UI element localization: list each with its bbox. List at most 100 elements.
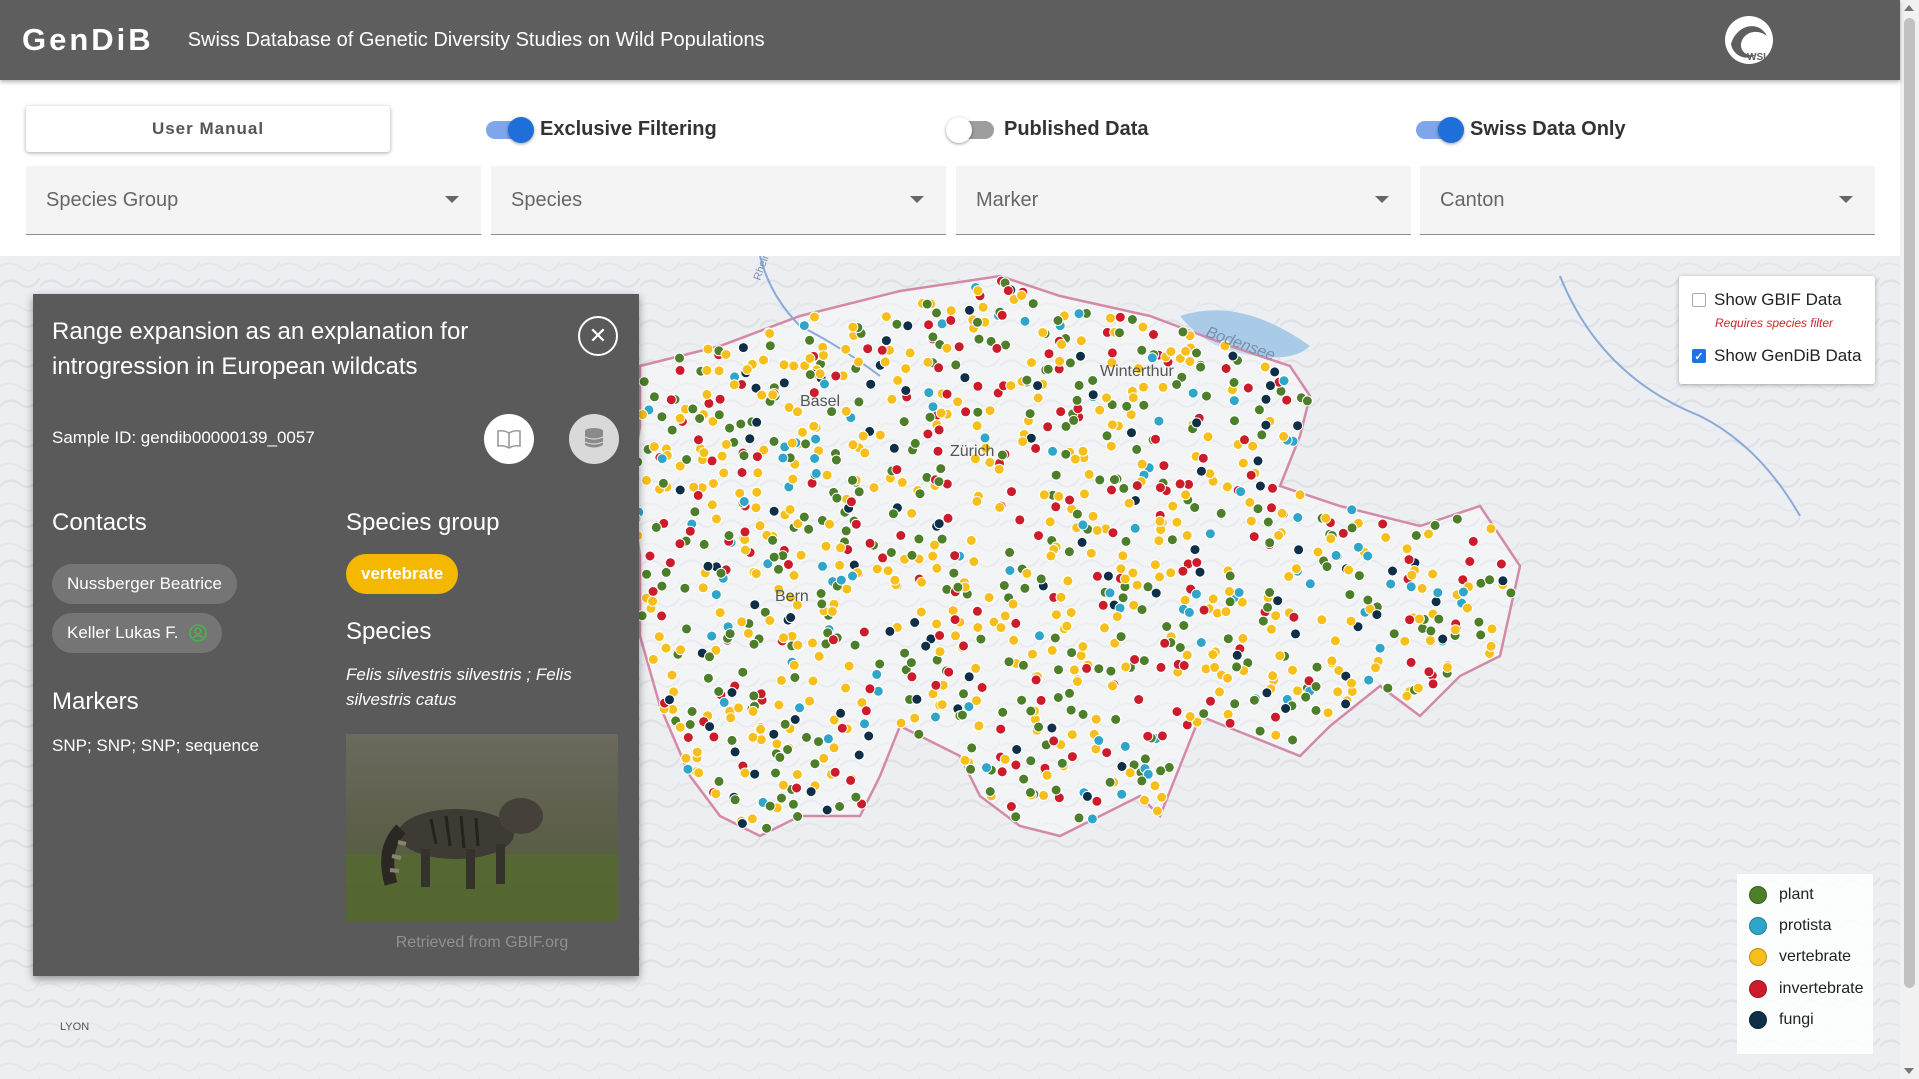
occurrence-marker[interactable] [777, 452, 789, 464]
occurrence-marker[interactable] [1427, 678, 1439, 690]
close-button[interactable]: ✕ [578, 316, 618, 356]
occurrence-marker[interactable] [1223, 586, 1235, 597]
occurrence-marker[interactable] [1111, 611, 1123, 623]
occurrence-marker[interactable] [1207, 649, 1219, 660]
occurrence-marker[interactable] [764, 615, 776, 626]
occurrence-marker[interactable] [675, 644, 687, 656]
occurrence-marker[interactable] [841, 583, 853, 595]
occurrence-marker[interactable] [1346, 504, 1358, 516]
occurrence-marker[interactable] [1104, 776, 1116, 788]
occurrence-marker[interactable] [641, 474, 652, 486]
occurrence-marker[interactable] [843, 660, 855, 672]
occurrence-marker[interactable] [739, 544, 751, 556]
occurrence-marker[interactable] [1027, 298, 1039, 310]
occurrence-marker[interactable] [702, 560, 714, 572]
occurrence-marker[interactable] [913, 533, 925, 545]
occurrence-marker[interactable] [945, 314, 957, 326]
occurrence-marker[interactable] [664, 557, 676, 569]
occurrence-marker[interactable] [788, 659, 800, 671]
occurrence-marker[interactable] [1085, 547, 1097, 559]
occurrence-marker[interactable] [820, 540, 832, 552]
occurrence-marker[interactable] [1087, 510, 1099, 522]
occurrence-marker[interactable] [720, 349, 732, 360]
occurrence-marker[interactable] [931, 618, 943, 630]
occurrence-marker[interactable] [1056, 757, 1068, 769]
occurrence-marker[interactable] [647, 653, 659, 665]
occurrence-marker[interactable] [1165, 567, 1177, 579]
occurrence-marker[interactable] [1177, 565, 1189, 577]
occurrence-marker[interactable] [657, 477, 669, 489]
occurrence-marker[interactable] [660, 566, 672, 578]
occurrence-marker[interactable] [752, 467, 764, 479]
occurrence-marker[interactable] [902, 320, 914, 332]
occurrence-marker[interactable] [1016, 290, 1027, 301]
occurrence-marker[interactable] [818, 752, 830, 764]
occurrence-marker[interactable] [1157, 381, 1169, 393]
occurrence-marker[interactable] [1461, 602, 1473, 614]
occurrence-marker[interactable] [1237, 457, 1249, 469]
occurrence-marker[interactable] [1073, 379, 1085, 391]
occurrence-marker[interactable] [999, 610, 1011, 622]
occurrence-marker[interactable] [1374, 642, 1386, 654]
occurrence-marker[interactable] [929, 539, 940, 551]
occurrence-marker[interactable] [1102, 570, 1114, 582]
occurrence-marker[interactable] [1388, 628, 1400, 640]
occurrence-marker[interactable] [972, 316, 983, 328]
occurrence-marker[interactable] [1119, 740, 1131, 752]
occurrence-marker[interactable] [665, 394, 677, 406]
checkbox-unchecked-icon[interactable] [1692, 293, 1706, 307]
occurrence-marker[interactable] [921, 298, 933, 310]
occurrence-marker[interactable] [679, 582, 691, 594]
occurrence-marker[interactable] [1150, 433, 1161, 445]
occurrence-marker[interactable] [874, 429, 886, 441]
occurrence-marker[interactable] [956, 709, 968, 721]
occurrence-marker[interactable] [973, 720, 985, 732]
occurrence-marker[interactable] [945, 305, 957, 317]
occurrence-marker[interactable] [785, 612, 797, 623]
occurrence-marker[interactable] [751, 416, 763, 428]
occurrence-marker[interactable] [724, 422, 736, 434]
occurrence-marker[interactable] [1265, 623, 1277, 635]
occurrence-marker[interactable] [694, 413, 706, 424]
occurrence-marker[interactable] [1149, 780, 1161, 792]
occurrence-marker[interactable] [779, 718, 791, 730]
occurrence-marker[interactable] [975, 633, 987, 645]
occurrence-marker[interactable] [1064, 687, 1075, 699]
occurrence-marker[interactable] [1120, 661, 1132, 673]
occurrence-marker[interactable] [764, 800, 776, 812]
occurrence-marker[interactable] [898, 416, 910, 428]
occurrence-marker[interactable] [1191, 557, 1203, 568]
occurrence-marker[interactable] [1235, 486, 1247, 498]
occurrence-marker[interactable] [674, 538, 686, 550]
occurrence-marker[interactable] [840, 525, 852, 537]
occurrence-marker[interactable] [1404, 614, 1416, 626]
occurrence-marker[interactable] [995, 622, 1007, 634]
occurrence-marker[interactable] [1054, 355, 1066, 367]
occurrence-marker[interactable] [1220, 363, 1232, 374]
occurrence-marker[interactable] [749, 768, 761, 780]
occurrence-marker[interactable] [1242, 382, 1254, 394]
occurrence-marker[interactable] [1030, 442, 1042, 454]
occurrence-marker[interactable] [693, 767, 705, 779]
occurrence-marker[interactable] [1467, 535, 1479, 547]
occurrence-marker[interactable] [1204, 528, 1216, 540]
occurrence-marker[interactable] [720, 438, 732, 450]
occurrence-marker[interactable] [1228, 395, 1240, 407]
occurrence-marker[interactable] [1457, 586, 1469, 598]
occurrence-marker[interactable] [876, 344, 888, 356]
occurrence-marker[interactable] [1245, 469, 1257, 481]
occurrence-marker[interactable] [768, 728, 780, 740]
occurrence-marker[interactable] [1332, 686, 1344, 698]
occurrence-marker[interactable] [1191, 347, 1202, 359]
occurrence-marker[interactable] [713, 365, 725, 377]
occurrence-marker[interactable] [1138, 381, 1149, 393]
occurrence-marker[interactable] [804, 334, 816, 346]
occurrence-marker[interactable] [801, 731, 812, 743]
occurrence-marker[interactable] [997, 706, 1009, 718]
occurrence-marker[interactable] [1002, 285, 1014, 297]
occurrence-marker[interactable] [1410, 530, 1422, 541]
occurrence-marker[interactable] [1055, 591, 1067, 603]
occurrence-marker[interactable] [1424, 635, 1436, 647]
occurrence-marker[interactable] [965, 763, 977, 775]
occurrence-marker[interactable] [879, 356, 891, 368]
